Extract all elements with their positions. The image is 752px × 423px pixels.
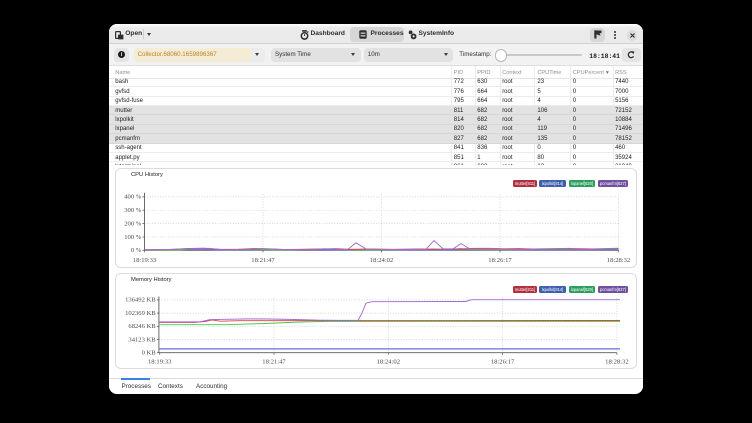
svg-text:18:26:17: 18:26:17 bbox=[491, 359, 515, 366]
svg-text:18:21:47: 18:21:47 bbox=[262, 359, 286, 366]
svg-text:300 %: 300 % bbox=[124, 207, 142, 214]
svg-text:400 %: 400 % bbox=[124, 194, 142, 201]
svg-text:136492 KB: 136492 KB bbox=[125, 297, 156, 304]
svg-text:18:28:32: 18:28:32 bbox=[605, 359, 628, 366]
svg-text:68246 KB: 68246 KB bbox=[128, 323, 156, 330]
svg-text:18:21:47: 18:21:47 bbox=[251, 257, 275, 264]
svg-text:0 %: 0 % bbox=[131, 247, 142, 254]
svg-text:34123 KB: 34123 KB bbox=[128, 336, 156, 343]
svg-text:18:28:32: 18:28:32 bbox=[607, 257, 630, 264]
svg-text:100 %: 100 % bbox=[124, 234, 142, 241]
svg-text:18:19:33: 18:19:33 bbox=[133, 257, 157, 264]
svg-text:18:24:02: 18:24:02 bbox=[370, 257, 393, 264]
svg-text:18:19:33: 18:19:33 bbox=[148, 359, 172, 366]
svg-text:18:24:02: 18:24:02 bbox=[377, 359, 400, 366]
svg-text:18:26:17: 18:26:17 bbox=[488, 257, 512, 264]
svg-text:200 %: 200 % bbox=[124, 220, 142, 227]
svg-text:0 KB: 0 KB bbox=[142, 350, 157, 357]
svg-text:102369 KB: 102369 KB bbox=[125, 310, 156, 317]
